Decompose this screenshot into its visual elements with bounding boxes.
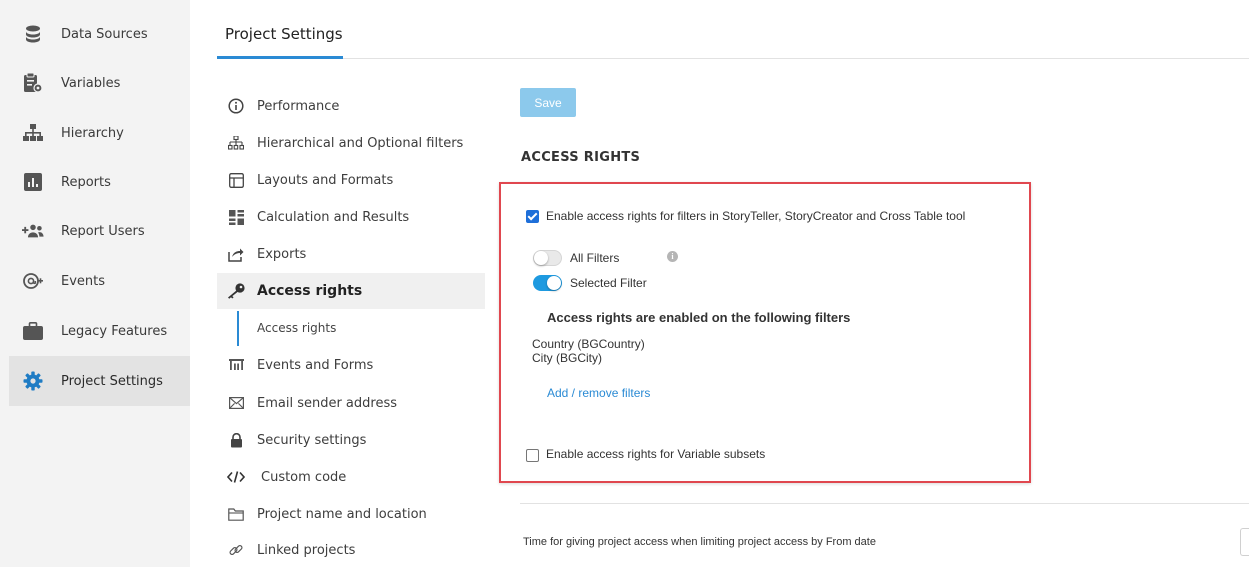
sidebar-item-hierarchy[interactable]: Hierarchy [9, 108, 190, 158]
nav-item-calculation-results[interactable]: Calculation and Results [217, 199, 485, 235]
nav-item-label: Performance [257, 98, 340, 114]
nav-item-email-sender[interactable]: Email sender address [217, 385, 485, 421]
link-icon [227, 541, 245, 559]
sidebar-item-label: Reports [61, 174, 111, 190]
tab-project-settings[interactable]: Project Settings [225, 25, 343, 43]
events-icon [22, 270, 44, 292]
nav-item-linked-projects[interactable]: Linked projects [217, 532, 485, 567]
sidebar-item-label: Project Settings [61, 373, 163, 389]
nav-item-label: Layouts and Formats [257, 172, 394, 188]
all-filters-toggle[interactable] [533, 250, 562, 266]
project-access-time-label: Time for giving project access when limi… [523, 536, 876, 548]
variables-icon [22, 72, 44, 94]
gear-icon [22, 370, 44, 392]
layout-icon [227, 171, 245, 189]
envelope-icon [227, 394, 245, 412]
selected-filter-label: Selected Filter [570, 276, 647, 290]
info-circle-icon [227, 97, 245, 115]
sidebar-item-legacy-features[interactable]: Legacy Features [9, 306, 190, 356]
save-button[interactable]: Save [520, 88, 576, 117]
nav-item-exports[interactable]: Exports [217, 236, 485, 272]
add-remove-filters-link[interactable]: Add / remove filters [547, 386, 650, 400]
filter-item: City (BGCity) [532, 351, 602, 365]
sidebar-item-label: Events [61, 273, 106, 289]
nav-item-label: Events and Forms [257, 357, 374, 373]
database-icon [22, 23, 44, 45]
info-icon[interactable]: i [667, 251, 678, 262]
sidebar-item-data-sources[interactable]: Data Sources [9, 9, 190, 59]
reports-icon [22, 171, 44, 193]
nav-item-label: Linked projects [257, 542, 356, 558]
sidebar: Data Sources Variables Hierarchy Reports… [0, 0, 190, 567]
highlight-box [499, 182, 1031, 483]
all-filters-label: All Filters [570, 251, 620, 265]
nav-item-project-name-location[interactable]: Project name and location [217, 496, 485, 532]
nav-item-events-forms[interactable]: Events and Forms [217, 347, 485, 383]
lock-icon [227, 431, 245, 449]
section-title: ACCESS RIGHTS [521, 150, 641, 165]
calculator-icon [227, 208, 245, 226]
nav-item-layouts-formats[interactable]: Layouts and Formats [217, 162, 485, 198]
nav-item-hierarchical-filters[interactable]: Hierarchical and Optional filters [217, 125, 485, 161]
sidebar-item-label: Data Sources [61, 26, 148, 42]
briefcase-icon [22, 320, 44, 342]
content-divider [520, 503, 1249, 504]
nav-item-label: Exports [257, 246, 307, 262]
nav-item-label: Hierarchical and Optional filters [257, 135, 464, 151]
time-input[interactable] [1240, 528, 1249, 556]
hierarchy-icon [22, 122, 44, 144]
enable-variable-subsets-checkbox[interactable] [526, 449, 539, 462]
nav-subitem-label: Access rights [257, 321, 337, 335]
sidebar-item-label: Legacy Features [61, 323, 168, 339]
nav-item-label: Access rights [257, 283, 363, 299]
nav-item-security-settings[interactable]: Security settings [217, 422, 485, 458]
sidebar-item-report-users[interactable]: Report Users [9, 206, 190, 256]
folder-icon [227, 505, 245, 523]
nav-item-label: Security settings [257, 432, 367, 448]
sidebar-item-label: Hierarchy [61, 125, 124, 141]
sidebar-item-label: Report Users [61, 223, 145, 239]
enabled-filters-heading: Access rights are enabled on the followi… [547, 310, 851, 325]
selected-filter-toggle[interactable] [533, 275, 562, 291]
sidebar-item-events[interactable]: Events [9, 256, 190, 306]
forms-icon [227, 356, 245, 374]
sidebar-item-variables[interactable]: Variables [9, 58, 190, 108]
code-icon [227, 468, 245, 486]
nav-item-label: Email sender address [257, 395, 398, 411]
enable-variable-subsets-label: Enable access rights for Variable subset… [546, 447, 766, 461]
nav-item-custom-code[interactable]: Custom code [217, 459, 485, 495]
sidebar-item-label: Variables [61, 75, 121, 91]
key-icon [227, 282, 245, 300]
nav-subitem-access-rights[interactable]: Access rights [237, 311, 485, 346]
filter-item: Country (BGCountry) [532, 337, 645, 351]
sidebar-item-project-settings[interactable]: Project Settings [9, 356, 190, 406]
nav-item-access-rights[interactable]: Access rights [217, 273, 485, 309]
tree-icon [227, 134, 245, 152]
nav-item-label: Project name and location [257, 506, 427, 522]
active-tab-underline [217, 56, 343, 59]
add-users-icon [22, 220, 44, 242]
nav-subitem-indicator [237, 311, 239, 346]
header-divider [217, 58, 1249, 59]
nav-item-performance[interactable]: Performance [217, 88, 485, 124]
enable-filters-label: Enable access rights for filters in Stor… [546, 209, 966, 223]
sidebar-item-reports[interactable]: Reports [9, 157, 190, 207]
export-icon [227, 245, 245, 263]
nav-item-label: Custom code [261, 469, 347, 485]
nav-item-label: Calculation and Results [257, 209, 410, 225]
enable-filters-checkbox[interactable] [526, 210, 539, 223]
